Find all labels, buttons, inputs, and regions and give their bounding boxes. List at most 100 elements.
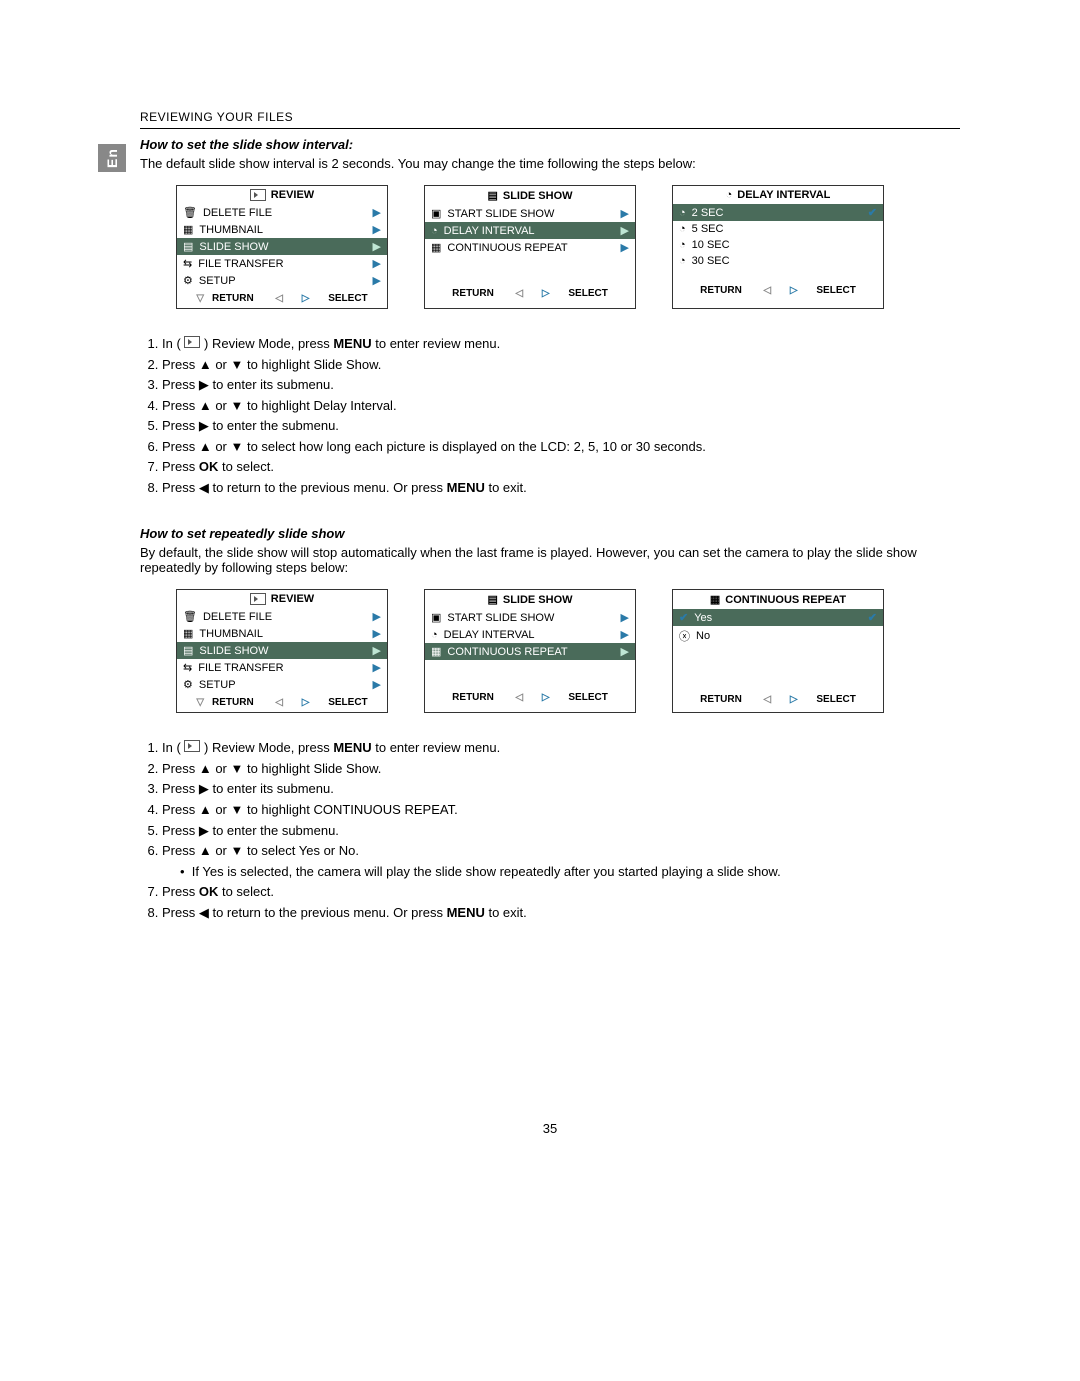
clock-icon: ◔ [679,223,686,235]
step-text: to exit. [485,480,527,495]
step: Press ▲ or ▼ to highlight CONTINUOUS REP… [162,801,960,819]
trash-icon: 🗑 [183,610,197,623]
menu-item-highlighted: ▤SLIDE SHOW▶ [177,238,387,255]
lcd-title-text: CONTINUOUS REPEAT [725,594,846,606]
menu-item-highlighted: ✔Yes✔ [673,609,883,626]
step: Press ▶ to enter the submenu. [162,822,960,840]
lcd-title-text: REVIEW [271,189,314,201]
footer-select: SELECT [816,285,855,296]
lcd-footer: ▽RETURN ◁ ▷ SELECT [177,693,387,712]
footer-return: RETURN [452,692,494,703]
step-text: ) Review Mode, press [200,740,333,755]
step-text: In ( [162,740,184,755]
step: Press ▲ or ▼ to select how long each pic… [162,438,960,456]
menu-item: ▦THUMBNAIL▶ [177,221,387,238]
chevron-right-icon: ▶ [621,224,629,237]
clock-icon: ◔ [431,629,438,641]
menu-label: DELAY INTERVAL [444,225,535,237]
step-bold: MENU [333,740,371,755]
step-text: to select. [218,459,274,474]
right-icon: ▷ [790,285,798,296]
menu-label: SLIDE SHOW [199,241,268,253]
menu-label: DELAY INTERVAL [444,629,535,641]
chevron-right-icon: ▶ [621,628,629,641]
step: In ( ) Review Mode, press MENU to enter … [162,739,960,757]
step: Press ▶ to enter the submenu. [162,417,960,435]
transfer-icon: ⇆ [183,257,192,270]
step-text: Press ◀ to return to the previous menu. … [162,905,447,920]
lcd-title: ▤SLIDE SHOW [425,590,635,609]
footer-select: SELECT [568,288,607,299]
menu-label: 30 SEC [692,255,730,267]
step: Press ▲ or ▼ to select Yes or No. • If Y… [162,842,960,880]
lcd-footer: RETURN ◁ ▷ SELECT [425,688,635,707]
repeat-icon: ▦ [710,593,720,606]
step-text: Press ▲ or ▼ to select Yes or No. [162,843,359,858]
menu-item-highlighted: ◔2 SEC✔ [673,204,883,221]
clock-icon: ◔ [679,239,686,251]
step: Press ◀ to return to the previous menu. … [162,479,960,497]
clock-icon: ◔ [679,207,686,219]
chevron-right-icon: ▶ [621,611,629,624]
menu-item-highlighted: ▤SLIDE SHOW▶ [177,642,387,659]
menu-item: ⓧNo [673,626,883,646]
menu-label: THUMBNAIL [199,628,263,640]
step-text: If Yes is selected, the camera will play… [192,864,781,879]
grid-icon: ▦ [183,627,193,640]
menu-item: ▦THUMBNAIL▶ [177,625,387,642]
right-icon: ▷ [302,697,310,708]
right-icon: ▷ [302,293,310,304]
interval-steps: In ( ) Review Mode, press MENU to enter … [142,335,960,496]
right-icon: ▷ [542,692,550,703]
lcd-slideshow: ▤SLIDE SHOW ▣START SLIDE SHOW▶ ◔DELAY IN… [424,589,636,713]
play-icon [184,336,200,348]
menu-label: FILE TRANSFER [198,662,283,674]
down-icon: ▽ [196,697,204,708]
lcd-title: REVIEW [177,186,387,204]
lcd-continuous-repeat: ▦CONTINUOUS REPEAT ✔Yes✔ ⓧNo RETURN ◁ ▷ … [672,589,884,713]
step: Press OK to select. [162,458,960,476]
right-icon: ▷ [542,288,550,299]
menu-label: DELETE FILE [203,207,272,219]
section-header: REVIEWING YOUR FILES [140,110,960,124]
left-icon: ◁ [275,293,283,304]
menu-item: ▣START SLIDE SHOW▶ [425,609,635,626]
play-icon [184,740,200,752]
chevron-right-icon: ▶ [373,257,381,270]
left-icon: ◁ [763,694,771,705]
menu-label: THUMBNAIL [199,224,263,236]
lcd-title: ▦ CONTINUOUS REPEAT [673,590,883,609]
menu-label: SETUP [199,275,236,287]
step-bold: MENU [447,905,485,920]
left-icon: ◁ [515,288,523,299]
menu-label: 2 SEC [692,207,724,219]
page-number: 35 [140,1121,960,1136]
step-text: ) Review Mode, press [200,336,333,351]
menu-label: DELETE FILE [203,611,272,623]
lcd-footer: RETURN ◁ ▷ SELECT [425,284,635,303]
step-bold: OK [199,459,219,474]
footer-return: RETURN [700,694,742,705]
grid-icon: ▦ [183,223,193,236]
lcd-title-text: DELAY INTERVAL [737,189,830,201]
lcd-footer: RETURN ◁ ▷ SELECT [673,281,883,300]
language-label: En [104,148,120,168]
left-icon: ◁ [763,285,771,296]
lcd-title: ◔DELAY INTERVAL [673,186,883,204]
transfer-icon: ⇆ [183,661,192,674]
lcd-review: REVIEW 🗑DELETE FILE▶ ▦THUMBNAIL▶ ▤SLIDE … [176,589,388,713]
step-text: to exit. [485,905,527,920]
step: Press OK to select. [162,883,960,901]
menu-label: START SLIDE SHOW [447,612,554,624]
lcd-delay-interval: ◔DELAY INTERVAL ◔2 SEC✔ ◔5 SEC ◔10 SEC ◔… [672,185,884,309]
clock-icon: ◔ [431,225,438,237]
setup-icon: ⚙ [183,678,193,691]
repeat-icon: ▦ [431,645,441,658]
chevron-right-icon: ▶ [621,645,629,658]
setup-icon: ⚙ [183,274,193,287]
step-bold: MENU [447,480,485,495]
x-icon: ⓧ [679,628,690,644]
step: Press ◀ to return to the previous menu. … [162,904,960,922]
trash-icon: 🗑 [183,206,197,219]
menu-item: ⚙SETUP▶ [177,272,387,289]
